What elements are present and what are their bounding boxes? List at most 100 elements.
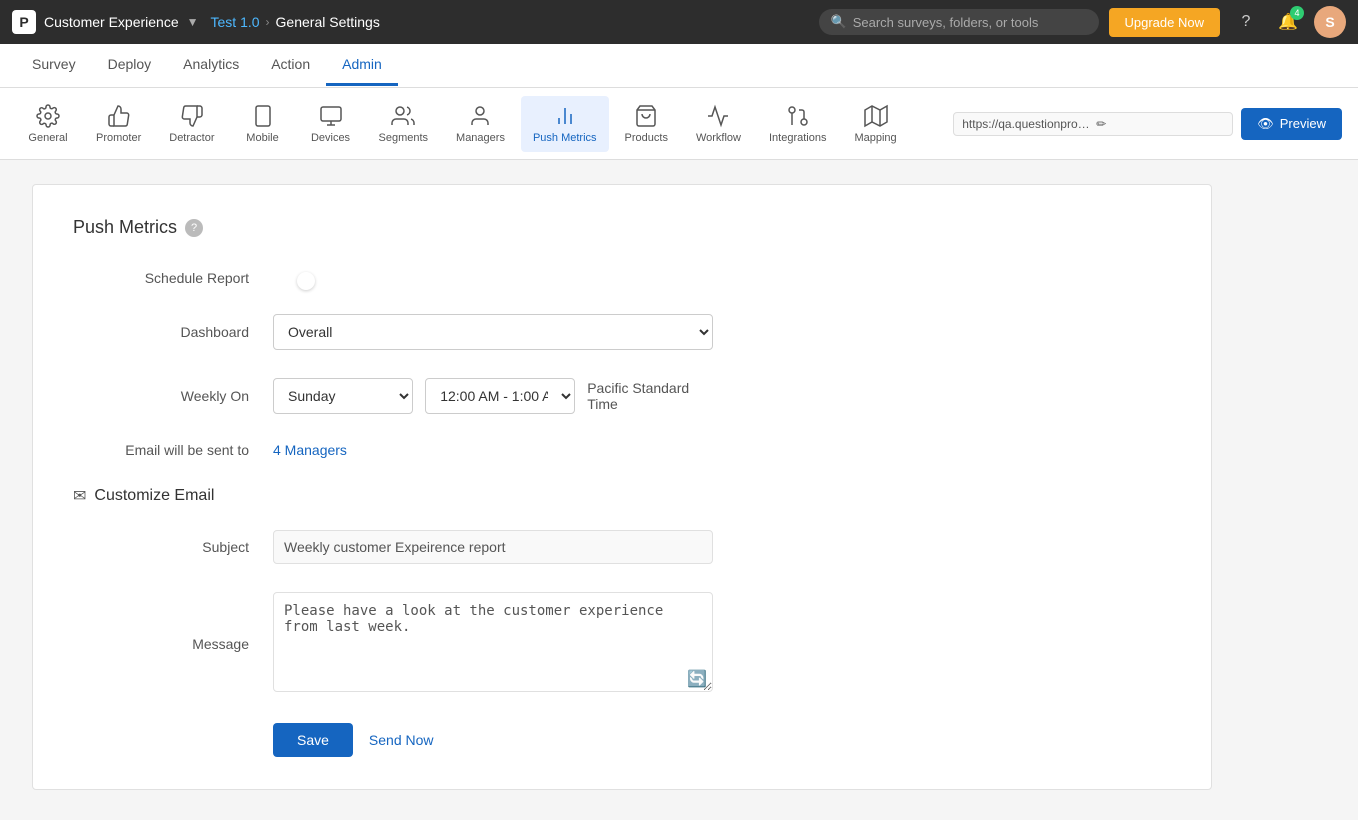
envelope-icon: ✉ xyxy=(73,486,86,506)
admin-toolbar: General Promoter Detractor Mobile Device… xyxy=(0,88,1358,160)
breadcrumb-separator: › xyxy=(266,15,270,29)
products-icon xyxy=(634,104,658,128)
customize-title-row: ✉ Customize Email xyxy=(73,486,1171,506)
tool-detractor-label: Detractor xyxy=(169,132,214,144)
upgrade-button[interactable]: Upgrade Now xyxy=(1109,8,1221,37)
tool-integrations[interactable]: Integrations xyxy=(757,96,838,152)
search-input[interactable] xyxy=(853,15,1087,30)
save-button[interactable]: Save xyxy=(273,723,353,757)
message-container: Please have a look at the customer exper… xyxy=(273,592,713,695)
tool-promoter-label: Promoter xyxy=(96,132,141,144)
mapping-icon xyxy=(864,104,888,128)
notification-badge: 4 xyxy=(1290,6,1304,20)
integrations-icon xyxy=(786,104,810,128)
tool-workflow[interactable]: Workflow xyxy=(684,96,753,152)
dashboard-select[interactable]: Overall Custom xyxy=(273,314,713,350)
breadcrumb-current-page: General Settings xyxy=(276,14,380,30)
message-label: Message xyxy=(73,636,273,652)
dashboard-label: Dashboard xyxy=(73,324,273,340)
tab-admin[interactable]: Admin xyxy=(326,45,398,86)
main-content: Push Metrics ? Schedule Report Dashboard… xyxy=(0,160,1358,820)
tool-managers-label: Managers xyxy=(456,132,505,144)
weekly-on-row: Weekly On Sunday Monday Tuesday Wednesda… xyxy=(73,378,1171,414)
toolbar-url-area: https://qa.questionpro.com/a/cxLogin.do?… xyxy=(953,108,1342,140)
breadcrumb-test[interactable]: Test 1.0 xyxy=(211,14,260,30)
search-box[interactable]: 🔍 xyxy=(819,9,1099,35)
tab-deploy[interactable]: Deploy xyxy=(92,45,168,86)
workflow-icon xyxy=(706,104,730,128)
tool-integrations-label: Integrations xyxy=(769,132,826,144)
subject-input-container xyxy=(273,530,713,564)
tool-products[interactable]: Products xyxy=(613,96,680,152)
devices-icon xyxy=(319,104,343,128)
weekly-row: Sunday Monday Tuesday Wednesday Thursday… xyxy=(273,378,713,414)
page-title-row: Push Metrics ? xyxy=(73,217,1171,238)
customize-email-section: ✉ Customize Email Subject Message Please… xyxy=(73,486,1171,695)
schedule-report-toggle-container xyxy=(273,270,713,286)
tool-devices[interactable]: Devices xyxy=(299,96,363,152)
breadcrumb: Test 1.0 › General Settings xyxy=(211,14,380,30)
action-buttons-row: Save Send Now xyxy=(273,723,1171,757)
general-icon xyxy=(36,104,60,128)
avatar-button[interactable]: S xyxy=(1314,6,1346,38)
tool-promoter[interactable]: Promoter xyxy=(84,96,153,152)
url-input-box: https://qa.questionpro.com/a/cxLogin.do?… xyxy=(953,112,1233,136)
message-textarea[interactable]: Please have a look at the customer exper… xyxy=(273,592,713,692)
tool-segments-label: Segments xyxy=(379,132,429,144)
tool-push-metrics[interactable]: Push Metrics xyxy=(521,96,609,152)
time-select[interactable]: 12:00 AM - 1:00 AM 1:00 AM - 2:00 AM 2:0… xyxy=(425,378,575,414)
tool-products-label: Products xyxy=(625,132,668,144)
search-icon: 🔍 xyxy=(831,14,847,30)
tool-detractor[interactable]: Detractor xyxy=(157,96,226,152)
notifications-button[interactable]: 🔔 4 xyxy=(1272,6,1304,38)
managers-icon xyxy=(468,104,492,128)
weekly-on-controls: Sunday Monday Tuesday Wednesday Thursday… xyxy=(273,378,713,414)
send-now-button[interactable]: Send Now xyxy=(369,732,434,748)
refresh-icon: 🔄 xyxy=(687,669,707,689)
tool-general-label: General xyxy=(28,132,67,144)
help-icon: ? xyxy=(1242,13,1251,31)
subject-row: Subject xyxy=(73,530,1171,564)
page-title: Push Metrics xyxy=(73,217,177,238)
weekly-day-select[interactable]: Sunday Monday Tuesday Wednesday Thursday… xyxy=(273,378,413,414)
preview-label: Preview xyxy=(1280,116,1326,131)
mobile-icon xyxy=(251,104,275,128)
subject-input[interactable] xyxy=(273,530,713,564)
content-card: Push Metrics ? Schedule Report Dashboard… xyxy=(32,184,1212,790)
email-sent-label: Email will be sent to xyxy=(73,442,273,458)
dashboard-select-container: Overall Custom xyxy=(273,314,713,350)
managers-link[interactable]: 4 Managers xyxy=(273,442,347,458)
email-sent-row: Email will be sent to 4 Managers xyxy=(73,442,1171,458)
tool-mobile[interactable]: Mobile xyxy=(231,96,295,152)
promoter-icon xyxy=(107,104,131,128)
url-text: https://qa.questionpro.com/a/cxLogin.do? xyxy=(962,117,1090,131)
tool-workflow-label: Workflow xyxy=(696,132,741,144)
tool-mobile-label: Mobile xyxy=(246,132,278,144)
subject-label: Subject xyxy=(73,539,273,555)
segments-icon xyxy=(391,104,415,128)
tool-managers[interactable]: Managers xyxy=(444,96,517,152)
push-metrics-icon xyxy=(553,104,577,128)
tool-segments[interactable]: Segments xyxy=(367,96,441,152)
tool-mapping-label: Mapping xyxy=(854,132,896,144)
tab-survey[interactable]: Survey xyxy=(16,45,92,86)
tab-action[interactable]: Action xyxy=(255,45,326,86)
tool-mapping[interactable]: Mapping xyxy=(842,96,908,152)
tab-analytics[interactable]: Analytics xyxy=(167,45,255,86)
dashboard-row: Dashboard Overall Custom xyxy=(73,314,1171,350)
managers-link-container: 4 Managers xyxy=(273,442,713,458)
app-logo[interactable]: P Customer Experience ▼ xyxy=(12,10,199,34)
toggle-knob xyxy=(297,272,315,290)
edit-url-icon[interactable]: ✏ xyxy=(1096,117,1224,131)
help-button[interactable]: ? xyxy=(1230,6,1262,38)
topbar-right: 🔍 Upgrade Now ? 🔔 4 S xyxy=(819,6,1347,38)
schedule-report-label: Schedule Report xyxy=(73,270,273,286)
app-name: Customer Experience xyxy=(44,14,179,30)
tool-general[interactable]: General xyxy=(16,96,80,152)
customize-email-title: Customize Email xyxy=(94,487,214,505)
eye-icon: 👁 xyxy=(1257,116,1274,132)
help-icon-button[interactable]: ? xyxy=(185,219,203,237)
weekly-on-label: Weekly On xyxy=(73,388,273,404)
detractor-icon xyxy=(180,104,204,128)
preview-button[interactable]: 👁 Preview xyxy=(1241,108,1342,140)
